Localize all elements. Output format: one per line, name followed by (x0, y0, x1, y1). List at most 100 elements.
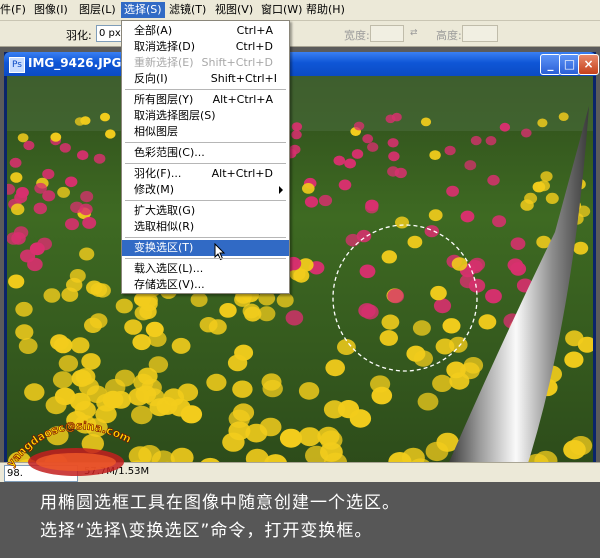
tulip-blossom (100, 112, 110, 122)
tulip-blossom (337, 400, 360, 419)
tulip-blossom (206, 373, 227, 391)
tulip-blossom (232, 403, 255, 422)
tulip-blossom (353, 121, 365, 131)
tulip-blossom (470, 135, 482, 146)
tulip-blossom (79, 203, 93, 216)
tulip-blossom (433, 298, 452, 314)
maximize-button[interactable]: □ (559, 54, 580, 75)
tulip-blossom (485, 136, 497, 146)
tulip-blossom (344, 158, 356, 169)
tulip-blossom (444, 145, 456, 156)
tulip-blossom (102, 390, 124, 409)
tulip-blossom (15, 324, 34, 340)
tulip-blossom (219, 303, 237, 318)
menu-item-deselect[interactable]: 取消选择(D) Ctrl+D (122, 39, 289, 55)
menu-separator (125, 237, 286, 238)
menu-item-all[interactable]: 全部(A) Ctrl+A (122, 23, 289, 39)
menu-filter[interactable]: 滤镜(T) (166, 2, 209, 18)
tulip-blossom (463, 357, 484, 374)
tulip-blossom (42, 168, 55, 180)
tulip-blossom (412, 320, 431, 336)
width-label: 宽度: (344, 29, 370, 42)
menu-image[interactable]: 图像(I) (31, 2, 71, 18)
tulip-blossom (33, 202, 47, 215)
photoshop-doc-icon: Ps (9, 57, 25, 73)
menu-help[interactable]: 帮助(H) (303, 2, 348, 18)
tulip-blossom (291, 130, 302, 140)
tulip-blossom (258, 306, 276, 322)
tulip-blossom (58, 355, 79, 372)
menu-item-feather[interactable]: 羽化(F)... Alt+Ctrl+D (122, 166, 289, 182)
swap-icon[interactable]: ⇄ (410, 28, 418, 38)
minimize-button[interactable]: _ (540, 54, 561, 75)
height-input[interactable] (462, 25, 498, 42)
width-input[interactable] (370, 25, 404, 42)
select-menu-dropdown: 全部(A) Ctrl+A 取消选择(D) Ctrl+D 重新选择(E) Shift+C… (121, 20, 290, 294)
menu-layer[interactable]: 图层(L) (76, 2, 119, 18)
author-watermark: yangdaosc@sina.com (6, 419, 134, 476)
tulip-blossom (337, 339, 356, 355)
tulip-blossom (381, 250, 397, 264)
document-titlebar[interactable]: Ps IMG_9426.JPG @ _ □ × (4, 52, 599, 76)
close-button[interactable]: × (578, 54, 599, 75)
menu-item-deselect-layers[interactable]: 取消选择图层(S) (122, 108, 289, 124)
menu-item-grow[interactable]: 扩大选取(G) (122, 203, 289, 219)
menu-item-color-range[interactable]: 色彩范围(C)... (122, 145, 289, 161)
tulip-blossom (365, 201, 379, 214)
tulip-blossom (245, 423, 268, 443)
tulip-blossom (564, 351, 584, 368)
tulip-blossom (177, 383, 199, 402)
tulip-blossom (115, 298, 133, 314)
tulip-blossom (492, 215, 507, 228)
menu-item-all-layers[interactable]: 所有图层(Y) Alt+Ctrl+A (122, 92, 289, 108)
tulip-blossom (367, 142, 379, 152)
tulip-blossom (17, 133, 29, 143)
menu-bar: 文件(F) 图像(I) 图层(L) 选择(S) 滤镜(T) 视图(V) 窗口(W… (0, 0, 600, 21)
tulip-blossom (425, 441, 449, 462)
menu-view[interactable]: 视图(V) (212, 2, 256, 18)
tulip-blossom (89, 313, 108, 329)
menu-item-inverse[interactable]: 反向(I) Shift+Ctrl+I (122, 71, 289, 87)
tulip-blossom (391, 112, 402, 122)
tulip-blossom (417, 392, 439, 411)
menu-item-modify[interactable]: 修改(M) (122, 182, 289, 198)
tulip-blossom (387, 166, 400, 177)
menu-window[interactable]: 窗口(W) (258, 2, 305, 18)
tulip-blossom (569, 436, 593, 456)
tulip-blossom (20, 249, 36, 263)
tulip-blossom (16, 187, 29, 198)
tulip-blossom (318, 194, 333, 207)
tulip-blossom (11, 232, 26, 245)
tulip-blossom (558, 112, 569, 121)
tulip-blossom (388, 151, 400, 162)
tulip-blossom (190, 292, 208, 307)
tulip-blossom (10, 172, 23, 183)
menu-item-similar[interactable]: 选取相似(R) (122, 219, 289, 235)
tulip-blossom (537, 118, 548, 128)
tulip-blossom (298, 382, 320, 400)
tulip-blossom (234, 344, 254, 361)
menu-item-load-selection[interactable]: 载入选区(L)... (122, 261, 289, 277)
tulip-blossom (8, 274, 25, 289)
tulip-blossom (333, 155, 346, 166)
height-label: 高度: (436, 29, 462, 42)
menu-item-transform-selection[interactable]: 变换选区(T) (122, 240, 289, 261)
menu-select[interactable]: 选择(S) (121, 2, 165, 18)
tulip-blossom (86, 280, 103, 295)
tulip-blossom (50, 334, 69, 351)
menu-file[interactable]: 文件(F) (0, 2, 29, 18)
menu-item-save-selection[interactable]: 存储选区(V)... (122, 277, 289, 293)
tulip-blossom (80, 191, 94, 203)
tulip-blossom (510, 262, 527, 276)
tulip-blossom (59, 143, 71, 153)
tulip-blossom (345, 233, 361, 247)
menu-separator (125, 200, 286, 201)
tulip-blossom (351, 149, 364, 159)
tulip-blossom (359, 264, 376, 279)
menu-item-similar-layers[interactable]: 相似图层 (122, 124, 289, 140)
tulip-blossom (521, 128, 532, 138)
tulip-blossom (15, 301, 33, 317)
tulip-blossom (424, 225, 439, 238)
options-bar: 羽化: 0 px 宽度: ⇄ 高度: (0, 21, 600, 47)
tulip-blossom (279, 428, 303, 448)
